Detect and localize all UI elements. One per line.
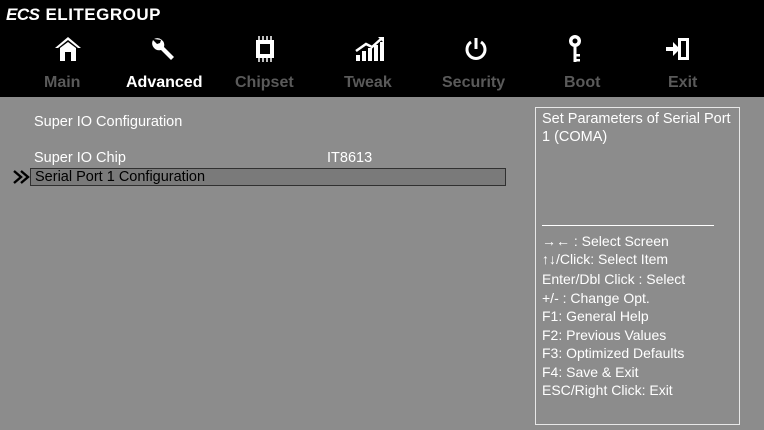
key-hint-general-help: F1: General Help <box>542 308 649 324</box>
tab-exit[interactable]: Exit <box>668 74 697 92</box>
wrench-icon[interactable] <box>146 32 182 66</box>
key-hint-previous-values: F2: Previous Values <box>542 327 667 343</box>
super-io-chip-label: Super IO Chip <box>34 150 126 166</box>
home-icon[interactable] <box>50 32 86 66</box>
help-panel: Set Parameters of Serial Port 1 (COMA) →… <box>535 107 740 425</box>
tab-advanced[interactable]: Advanced <box>126 74 202 92</box>
key-hint-change-opt: +/- : Change Opt. <box>542 290 650 306</box>
tab-security[interactable]: Security <box>442 74 505 92</box>
section-title: Super IO Configuration <box>34 114 183 130</box>
tab-tweak[interactable]: Tweak <box>344 74 392 92</box>
help-divider <box>542 225 714 226</box>
power-icon[interactable] <box>458 32 494 66</box>
key-hint-optimized-defaults: F3: Optimized Defaults <box>542 345 685 361</box>
serial-port-1-configuration-item[interactable]: Serial Port 1 Configuration <box>30 168 506 186</box>
tab-boot[interactable]: Boot <box>564 74 600 92</box>
elitegroup-logo: ECS ELITEGROUP <box>6 2 161 28</box>
key-hint-select-screen: →← : Select Screen <box>542 233 669 249</box>
double-chevron-right-icon <box>12 168 32 186</box>
content-panel: Super IO Configuration Super IO Chip IT8… <box>0 97 764 430</box>
chip-icon[interactable] <box>247 32 283 66</box>
key-hint-select-item: ↑↓/Click: Select Item <box>542 251 669 267</box>
key-icon[interactable] <box>557 32 593 66</box>
key-hint-save-exit: F4: Save & Exit <box>542 364 639 380</box>
tweak-chart-icon[interactable] <box>352 32 388 66</box>
exit-door-icon[interactable] <box>659 32 695 66</box>
tab-chipset[interactable]: Chipset <box>235 74 294 92</box>
bios-window: ECS ELITEGROUP Main Advanced Chipset Twe… <box>0 0 764 430</box>
tab-main[interactable]: Main <box>44 74 80 92</box>
icon-bar <box>0 28 764 70</box>
elitegroup-name: ELITEGROUP <box>45 5 161 24</box>
help-description: Set Parameters of Serial Port 1 (COMA) <box>542 111 731 145</box>
menu-bar: Main Advanced Chipset Tweak Security Boo… <box>0 72 764 98</box>
serial-port-1-configuration-label: Serial Port 1 Configuration <box>35 169 206 185</box>
super-io-chip-value: IT8613 <box>327 150 373 166</box>
settings-list: Super IO Configuration Super IO Chip IT8… <box>0 97 522 430</box>
key-hint-enter-select: Enter/Dbl Click : Select <box>542 271 686 287</box>
key-hint-esc-exit: ESC/Right Click: Exit <box>542 382 673 398</box>
ecs-logo-mark: ECS <box>6 5 40 24</box>
